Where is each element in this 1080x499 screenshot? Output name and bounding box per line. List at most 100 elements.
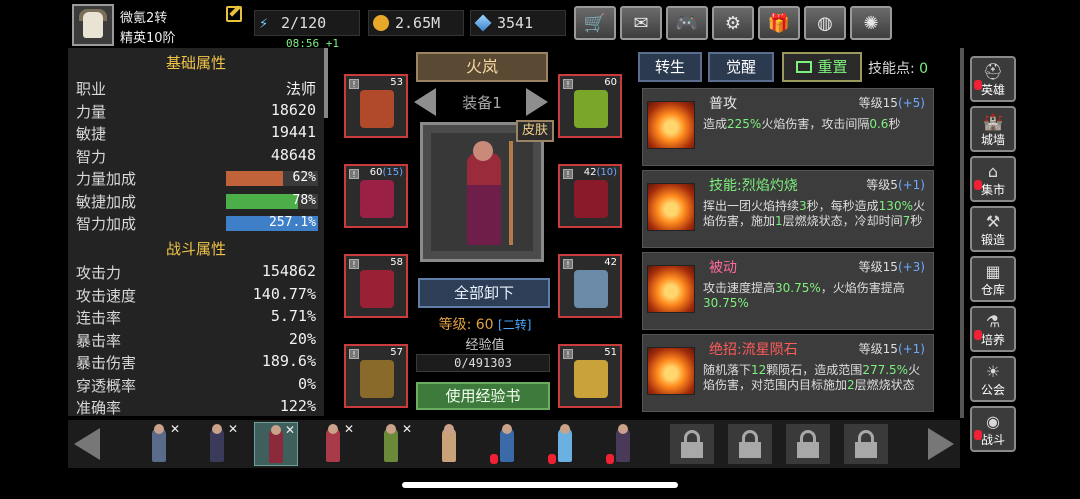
item-flag-icon: !	[563, 259, 573, 269]
gamepad-button[interactable]: 🎮	[666, 6, 708, 40]
stat-row: 暴击伤害 189.6%	[76, 352, 316, 374]
stats-panel[interactable]: 基础属性 职业 法师 力量 18620 敏捷 19441 智力 48648 力量加成 62% 敏捷加…	[68, 48, 324, 416]
item-level: 60	[604, 77, 617, 88]
equip-slot-blade[interactable]: ! 42	[558, 254, 622, 318]
gem-counter[interactable]: 3541	[470, 10, 566, 36]
stat-label: 准确率	[76, 399, 122, 416]
skill-level-value: 等级15	[858, 96, 898, 110]
roster-hero[interactable]	[544, 422, 588, 466]
skill-name: 技能:烈焰灼烧	[709, 178, 798, 194]
side-nav-guild[interactable]: ☀ 公会	[970, 356, 1016, 402]
side-nav-warehouse[interactable]: ▦ 仓库	[970, 256, 1016, 302]
stat-bonus-bar: 78%	[226, 193, 318, 209]
blade-item-icon	[574, 270, 608, 308]
equip-slot-gauntlets[interactable]: ! 42(10)	[558, 164, 622, 228]
unequip-all-button[interactable]: 全部卸下	[418, 278, 550, 308]
item-level-value: 60	[604, 77, 617, 88]
equip-slot-legs[interactable]: ! 58	[344, 254, 408, 318]
stat-value: 18620	[270, 100, 316, 119]
tab-awaken[interactable]: 觉醒	[708, 52, 774, 82]
gift-button[interactable]: 🎁	[758, 6, 800, 40]
mail-button[interactable]: ✉	[620, 6, 662, 40]
stat-row: 准确率 122%	[76, 397, 316, 416]
side-nav-hero-helmet[interactable]: ⛑ 英雄	[970, 56, 1016, 102]
crossed-swords-icon: ✕	[343, 422, 354, 436]
item-level-value: 51	[604, 347, 617, 358]
roster-hero[interactable]: ✕	[312, 422, 356, 466]
roster-hero[interactable]	[602, 422, 646, 466]
lock-body	[855, 442, 877, 458]
locked-hero-slot[interactable]	[728, 424, 772, 464]
stat-label: 攻击速度	[76, 286, 137, 305]
skin-button[interactable]: 皮肤	[516, 120, 554, 142]
skill-card[interactable]: 普攻 等级15(+5) 造成225%火焰伤害，攻击间隔0.6秒	[642, 88, 934, 166]
side-nav-anvil-hammer[interactable]: ⚒ 锻造	[970, 206, 1016, 252]
roster-hero[interactable]: ✕	[254, 422, 298, 466]
locked-hero-slot[interactable]	[786, 424, 830, 464]
combat-stats-title: 战斗属性	[165, 240, 226, 258]
stamina-counter[interactable]: ⚡ 2/120	[254, 10, 360, 36]
battle-portal-icon: ◉	[986, 412, 1000, 431]
crossed-swords-icon: ✕	[169, 422, 180, 436]
alert-badge-icon	[974, 80, 982, 90]
wheel-button[interactable]: ◍	[804, 6, 846, 40]
skill-card[interactable]: 绝招:流星陨石 等级15(+1) 随机落下12颗陨石，造成范围277.5%火焰伤害，…	[642, 334, 934, 412]
stat-bonus-row: 敏捷加成 78%	[76, 191, 318, 213]
equip-slot-boots[interactable]: ! 57	[344, 344, 408, 408]
skill-name: 普攻	[709, 96, 737, 112]
hero-sprite-icon	[210, 424, 224, 462]
roster-hero[interactable]	[486, 422, 530, 466]
alert-badge-icon	[490, 454, 498, 464]
skill-bonus: (+1)	[897, 342, 925, 356]
player-name: 微氪2转	[120, 11, 168, 26]
item-level-value: 42	[583, 167, 597, 178]
skill-name: 绝招:流星陨石	[709, 342, 798, 358]
hero-level-value: 等级: 60	[438, 317, 494, 333]
skill-card[interactable]: 技能:烈焰灼烧 等级5(+1) 挥出一团火焰持续3秒，每秒造成130%火焰伤害，施加…	[642, 170, 934, 248]
roster-hero[interactable]	[428, 422, 472, 466]
prev-set-arrow[interactable]	[414, 88, 436, 116]
gold-counter[interactable]: 2.65M	[368, 10, 464, 36]
item-level: 51	[604, 347, 617, 358]
alert-badge-icon	[548, 454, 556, 464]
roster-next-arrow[interactable]	[928, 428, 954, 460]
locked-hero-slot[interactable]	[844, 424, 888, 464]
equip-slot-staff[interactable]: ! 51	[558, 344, 622, 408]
stats-scrollbar[interactable]	[324, 48, 328, 118]
stamina-value: 2/120	[281, 14, 327, 32]
reset-skills-button[interactable]: 重置	[782, 52, 862, 82]
player-avatar[interactable]	[72, 4, 114, 46]
skill-card[interactable]: 被动 等级15(+3) 攻击速度提高30.75%，火焰伤害提高30.75%	[642, 252, 934, 330]
use-exp-book-button[interactable]: 使用经验书	[416, 382, 550, 410]
side-nav-cultivate[interactable]: ⚗ 培养	[970, 306, 1016, 352]
roster-hero[interactable]: ✕	[370, 422, 414, 466]
roster-prev-arrow[interactable]	[74, 428, 100, 460]
side-nav-label: 锻造	[980, 233, 1005, 247]
locked-hero-slot[interactable]	[670, 424, 714, 464]
tab-transfer[interactable]: 转生	[638, 52, 702, 82]
next-set-arrow[interactable]	[526, 88, 548, 116]
stat-bonus-bar: 62%	[226, 170, 318, 186]
side-nav-castle-wall[interactable]: 🏰 城墙	[970, 106, 1016, 152]
home-indicator[interactable]	[402, 482, 678, 488]
equip-slot-chest[interactable]: ! 53	[344, 74, 408, 138]
roster-hero[interactable]: ✕	[196, 422, 240, 466]
stat-value: 154862	[261, 262, 316, 280]
top-bar: 微氪2转 精英10阶 ⚡ 2/120 08:56 +1 2.65M 3541 🛒…	[0, 0, 1080, 50]
side-nav-label: 公会	[980, 383, 1005, 397]
settings-button[interactable]: ⚙	[712, 6, 754, 40]
fireworks-button[interactable]: ✺	[850, 6, 892, 40]
roster-hero[interactable]: ✕	[138, 422, 182, 466]
side-nav-battle-portal[interactable]: ◉ 战斗	[970, 406, 1016, 452]
shop-button[interactable]: 🛒	[574, 6, 616, 40]
side-nav-market[interactable]: ⌂ 集市	[970, 156, 1016, 202]
skill-level: 等级15(+5)	[859, 94, 925, 111]
equip-slot-amulet[interactable]: ! 60	[558, 74, 622, 138]
stat-label: 力量加成	[76, 170, 137, 188]
stat-row: 智力 48648	[76, 146, 316, 168]
stat-value: 20%	[288, 329, 316, 348]
skill-points: 技能点: 0	[868, 58, 928, 78]
edit-name-icon[interactable]	[226, 6, 242, 22]
equip-slot-gloves[interactable]: ! 60(15)	[344, 164, 408, 228]
skills-scrollbar[interactable]	[960, 48, 964, 418]
